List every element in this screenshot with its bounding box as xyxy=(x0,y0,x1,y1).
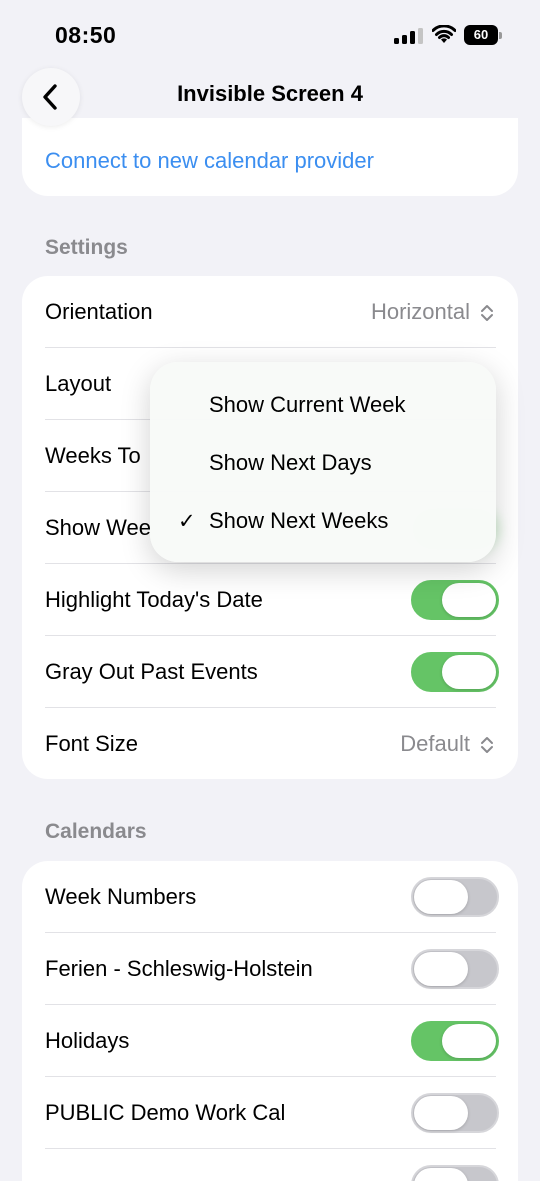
calendar-toggle[interactable] xyxy=(411,1093,499,1133)
highlight-today-label: Highlight Today's Date xyxy=(45,587,263,612)
calendar-toggle[interactable] xyxy=(411,949,499,989)
calendar-toggle[interactable] xyxy=(411,877,499,917)
navigation-bar: Invisible Screen 4 xyxy=(0,68,540,126)
settings-section-header: Settings xyxy=(45,236,128,259)
gray-out-past-toggle[interactable] xyxy=(411,652,499,692)
chevron-up-down-icon xyxy=(481,737,493,753)
highlight-today-toggle[interactable] xyxy=(411,580,499,620)
orientation-label: Orientation xyxy=(45,299,153,324)
orientation-row[interactable]: Orientation Horizontal xyxy=(22,276,518,348)
calendars-section-header: Calendars xyxy=(45,820,147,843)
orientation-value: Horizontal xyxy=(370,299,470,324)
chevron-up-down-icon xyxy=(481,305,493,321)
page-title: Invisible Screen 4 xyxy=(177,81,363,106)
calendar-toggle[interactable] xyxy=(411,1165,499,1181)
font-size-label: Font Size xyxy=(45,731,138,756)
calendar-row: PUBLIC Demo Work Cal xyxy=(22,1077,518,1149)
font-size-value: Default xyxy=(400,731,470,756)
highlight-today-row: Highlight Today's Date xyxy=(22,564,518,636)
gray-out-past-row: Gray Out Past Events xyxy=(22,636,518,708)
calendar-label: Ferien - Schleswig-Holstein xyxy=(45,956,313,981)
battery-level: 60 xyxy=(464,25,498,45)
calendar-row: Week Numbers xyxy=(22,861,518,933)
layout-menu: Show Current Week Show Next Days ✓ Show … xyxy=(150,362,496,562)
battery-icon: 60 xyxy=(464,25,504,45)
wifi-icon xyxy=(431,24,457,45)
connect-calendar-provider-link[interactable]: Connect to new calendar provider xyxy=(45,148,374,174)
menu-option-show-next-weeks[interactable]: Show Next Weeks xyxy=(209,508,388,534)
weeks-to-label: Weeks To xyxy=(45,443,141,468)
menu-option-show-current-week[interactable]: Show Current Week xyxy=(209,392,405,418)
calendar-label: PUBLIC Demo Work Cal xyxy=(45,1100,286,1125)
menu-option-show-next-days[interactable]: Show Next Days xyxy=(209,450,372,476)
calendar-row: Holidays xyxy=(22,1005,518,1077)
calendar-label: Holidays xyxy=(45,1028,130,1053)
calendar-row: Ferien - Schleswig-Holstein xyxy=(22,933,518,1005)
calendar-label: Week Numbers xyxy=(45,884,197,909)
calendar-toggle[interactable] xyxy=(411,1021,499,1061)
show-week-label: Show Wee xyxy=(45,515,151,540)
status-bar: 08:50 60 xyxy=(0,0,540,70)
gray-out-past-label: Gray Out Past Events xyxy=(45,659,258,684)
calendar-row-partial xyxy=(22,1149,518,1181)
font-size-row[interactable]: Font Size Default xyxy=(22,708,518,779)
cellular-signal-icon xyxy=(394,28,424,44)
calendar-provider-card: Connect to new calendar provider xyxy=(22,118,518,196)
checkmark-icon: ✓ xyxy=(178,510,196,533)
layout-label: Layout xyxy=(45,371,112,396)
calendars-card: Week Numbers Ferien - Schleswig-Holstein… xyxy=(22,861,518,1181)
status-time: 08:50 xyxy=(55,22,117,48)
